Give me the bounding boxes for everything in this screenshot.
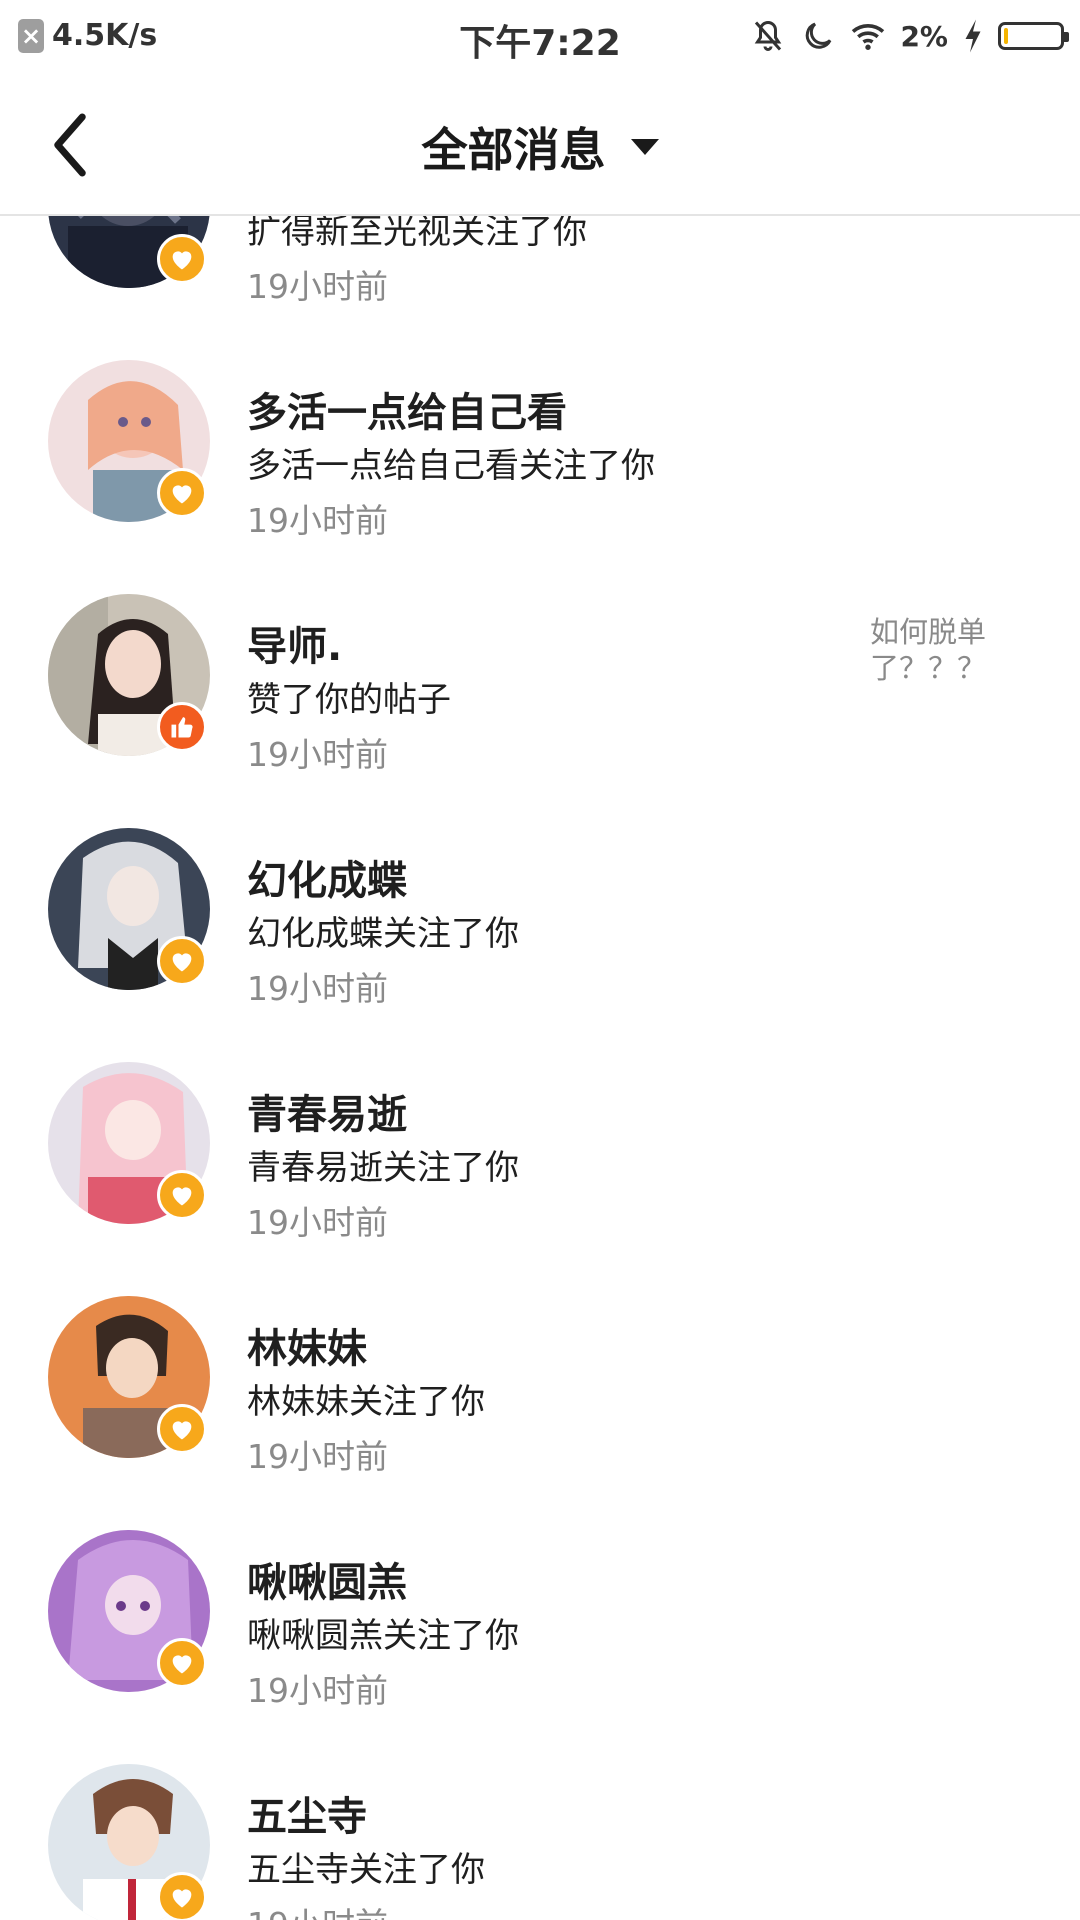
like-badge: [157, 702, 207, 752]
follow-badge: [157, 1638, 207, 1688]
charging-icon: [965, 19, 981, 53]
list-item[interactable]: 幻化成蝶 幻化成蝶关注了你 19小时前: [0, 828, 1080, 1062]
top-bar: 全部消息: [0, 76, 1080, 216]
item-name[interactable]: 幻化成蝶: [247, 848, 407, 906]
list-item[interactable]: 多活一点给自己看 多活一点给自己看关注了你 19小时前: [0, 360, 1080, 594]
item-description: 赞了你的帖子: [247, 680, 451, 720]
item-description: 五尘寺关注了你: [247, 1850, 485, 1890]
follow-badge: [157, 936, 207, 986]
status-bar: × 4.5K/s 下午7:22 2%: [0, 0, 1080, 76]
wifi-icon: [852, 24, 885, 50]
battery-icon: [998, 22, 1069, 50]
caret-down-icon[interactable]: [630, 139, 659, 155]
item-description: 啾啾圆羔关注了你: [247, 1616, 519, 1656]
battery-level: [1004, 28, 1008, 44]
item-description: 多活一点给自己看关注了你: [247, 446, 655, 486]
message-list[interactable]: 扩得新至光视关注了你 19小时前 多活一点给自己看 多活一点给自己看关注了你 1…: [0, 0, 1080, 1920]
item-description: 幻化成蝶关注了你: [247, 914, 519, 954]
moon-icon: [806, 22, 832, 49]
item-time: 19小时前: [247, 1437, 388, 1476]
item-time: 19小时前: [247, 501, 388, 540]
title-dropdown[interactable]: 全部消息: [0, 114, 1080, 180]
battery-percent: 2%: [900, 19, 948, 53]
page-title[interactable]: 全部消息: [421, 123, 605, 177]
item-description: 林妹妹关注了你: [247, 1382, 485, 1422]
post-preview-text[interactable]: 如何脱单了？？？: [870, 614, 1010, 686]
list-item[interactable]: 五尘寺 五尘寺关注了你 19小时前: [0, 1764, 1080, 1920]
item-name[interactable]: 啾啾圆羔: [247, 1550, 407, 1608]
heart-icon: [172, 953, 192, 972]
heart-icon: [172, 1889, 192, 1908]
messages-screen: 扩得新至光视关注了你 19小时前 多活一点给自己看 多活一点给自己看关注了你 1…: [0, 0, 1080, 1920]
item-name[interactable]: 青春易逝: [247, 1082, 407, 1140]
item-time: 19小时前: [247, 969, 388, 1008]
follow-badge: [157, 468, 207, 518]
item-name[interactable]: 多活一点给自己看: [247, 380, 567, 438]
follow-badge: [157, 234, 207, 284]
list-item[interactable]: 导师. 赞了你的帖子 19小时前 如何脱单了？？？: [0, 594, 1080, 828]
thumbs-up-icon: [171, 717, 193, 738]
mute-icon: [755, 20, 782, 51]
follow-badge: [157, 1404, 207, 1454]
list-item[interactable]: 青春易逝 青春易逝关注了你 19小时前: [0, 1062, 1080, 1296]
heart-icon: [172, 1187, 192, 1206]
item-name[interactable]: 五尘寺: [247, 1784, 367, 1842]
heart-icon: [172, 485, 192, 504]
item-description: 青春易逝关注了你: [247, 1148, 519, 1188]
item-time: 19小时前: [247, 1203, 388, 1242]
heart-icon: [172, 1421, 192, 1440]
status-right: 2%: [750, 18, 1069, 54]
follow-badge: [157, 1170, 207, 1220]
heart-icon: [172, 1655, 192, 1674]
item-time: 19小时前: [247, 267, 388, 306]
item-time: 19小时前: [247, 1898, 388, 1920]
heart-icon: [172, 251, 192, 270]
item-time: 19小时前: [247, 1671, 388, 1710]
list-item[interactable]: 啾啾圆羔 啾啾圆羔关注了你 19小时前: [0, 1530, 1080, 1764]
item-time: 19小时前: [247, 735, 388, 774]
follow-badge: [157, 1872, 207, 1920]
item-name[interactable]: 导师.: [247, 614, 342, 672]
item-name[interactable]: 林妹妹: [247, 1316, 367, 1374]
list-item[interactable]: 林妹妹 林妹妹关注了你 19小时前: [0, 1296, 1080, 1530]
